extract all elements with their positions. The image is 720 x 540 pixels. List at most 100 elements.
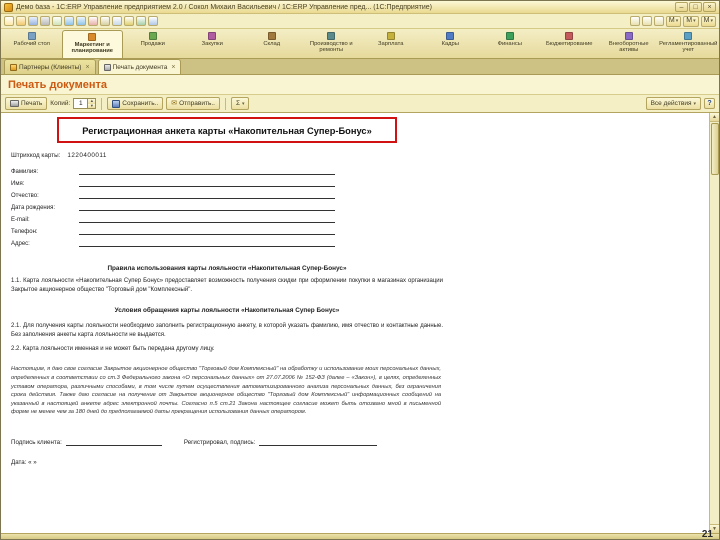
page-title: Печать документа — [8, 78, 108, 91]
toolbar-divider — [224, 97, 226, 110]
section-icon — [208, 32, 217, 40]
window-titlebar: Демо база - 1С:ERP Управление предприяти… — [1, 1, 719, 14]
new-document-icon[interactable] — [4, 16, 14, 26]
section-icon — [267, 32, 276, 40]
main-toolbar: M ▾ M ▾ M ▾ — [1, 14, 719, 29]
undo-icon[interactable] — [64, 16, 74, 26]
copy-icon[interactable] — [100, 16, 110, 26]
scroll-up-icon[interactable]: ▲ — [709, 113, 719, 122]
section-tab-sales[interactable]: Продажи — [123, 30, 183, 58]
print-preview-icon[interactable] — [52, 16, 62, 26]
restore-button[interactable]: □ — [689, 2, 702, 12]
status-bar — [1, 533, 719, 539]
field-label: Фамилия: — [11, 169, 39, 175]
open-icon[interactable] — [16, 16, 26, 26]
section-tab-purchases[interactable]: Закупки — [183, 30, 243, 58]
rule-paragraph: 1.1. Карта лояльности «Накопительная Суп… — [11, 278, 443, 293]
field-line — [79, 216, 335, 223]
barcode-row: Штрихкод карты: 1220400011 — [11, 152, 471, 159]
signature-row: Подпись клиента: Регистрировал, подпись: — [11, 439, 451, 446]
print-preview-document: Регистрационная анкета карты «Накопитель… — [11, 117, 471, 466]
calendar-icon[interactable] — [641, 16, 652, 26]
section-tab-finance[interactable]: Финансы — [480, 30, 540, 58]
main-menu-button[interactable]: M ▾ — [683, 15, 699, 27]
highlight-box: Регистрационная анкета карты «Накопитель… — [57, 117, 397, 143]
list-icon — [10, 63, 17, 71]
printer-icon — [10, 100, 19, 107]
copies-stepper[interactable]: 1 ▲ ▼ — [73, 98, 97, 109]
rules-heading: Правила использования карты лояльности «… — [107, 265, 347, 272]
calculator-icon[interactable] — [136, 16, 146, 26]
cut-icon[interactable] — [88, 16, 98, 26]
save-icon[interactable] — [28, 16, 38, 26]
section-icon — [446, 32, 455, 40]
stepper-arrows: ▲ ▼ — [87, 99, 96, 108]
find-icon[interactable] — [124, 16, 134, 26]
section-icon — [27, 32, 36, 40]
term-paragraph: 2.1. Для получения карты лояльности необ… — [11, 323, 443, 339]
section-tab-fixed-assets[interactable]: Внеоборотные активы — [599, 30, 659, 58]
app-logo-icon — [4, 2, 13, 12]
main-menu-button[interactable]: M ▾ — [665, 15, 682, 27]
section-tab-marketing[interactable]: Маркетинг и планирование — [61, 30, 123, 58]
field-line — [79, 240, 335, 247]
help-button[interactable]: ? — [704, 98, 715, 109]
form-field: Отчество: — [11, 192, 471, 204]
app-window: Демо база - 1С:ERP Управление предприяти… — [0, 0, 720, 540]
close-button[interactable]: × — [703, 2, 716, 12]
stepper-down-icon[interactable]: ▼ — [88, 103, 96, 108]
section-tab-production[interactable]: Производство и ремонты — [302, 30, 362, 58]
form-field: Дата рождения: — [11, 204, 471, 216]
tab-partners[interactable]: Партнеры (Клиенты) × — [4, 59, 96, 74]
close-icon[interactable]: × — [171, 64, 175, 71]
barcode-label: Штрихкод карты: — [11, 152, 61, 159]
section-tab-payroll[interactable]: Зарплата — [361, 30, 421, 58]
paste-icon[interactable] — [112, 16, 122, 26]
send-button[interactable]: ✉ Отправить.. — [166, 97, 220, 110]
section-tab-budgeting[interactable]: Бюджетирование — [540, 30, 600, 58]
toolbar-right-group: M ▾ M ▾ M ▾ — [629, 15, 716, 27]
field-label: Телефон: — [11, 229, 38, 235]
envelope-icon: ✉ — [171, 100, 178, 107]
section-icon — [327, 32, 336, 40]
sum-button[interactable]: Σ ▾ — [230, 97, 250, 110]
page-header: Печать документа — [1, 75, 719, 95]
section-tab-regulated-accounting[interactable]: Регламентированный учет — [659, 30, 719, 58]
all-actions-group: Все действия ▾ ? — [645, 97, 715, 110]
chevron-down-icon: ▾ — [693, 100, 696, 107]
form-field: Фамилия: — [11, 168, 471, 180]
tab-print-document[interactable]: Печать документа × — [97, 59, 182, 74]
date-row: Дата: « » — [11, 458, 37, 466]
window-controls: – □ × — [675, 2, 716, 12]
section-tab-hr[interactable]: Кадры — [421, 30, 481, 58]
save-button[interactable]: Сохранить.. — [107, 97, 164, 110]
form-field: Телефон: — [11, 228, 471, 240]
printer-icon — [103, 63, 111, 71]
open-document-tabs: Партнеры (Клиенты) × Печать документа × — [1, 59, 719, 75]
info-icon[interactable] — [653, 16, 664, 26]
vertical-scrollbar[interactable]: ▲ ▼ — [709, 113, 719, 533]
section-icon — [684, 32, 693, 40]
chevron-down-icon: ▾ — [675, 18, 679, 24]
main-menu-button[interactable]: M ▾ — [700, 15, 716, 27]
chevron-down-icon: ▾ — [241, 100, 245, 107]
calculator-icon[interactable] — [629, 16, 640, 26]
section-tab-warehouse[interactable]: Склад — [242, 30, 302, 58]
field-label: Имя: — [11, 181, 25, 187]
copies-value: 1 — [78, 100, 83, 107]
scrollbar-thumb[interactable] — [710, 123, 719, 175]
calendar-icon[interactable] — [148, 16, 158, 26]
section-icon — [88, 33, 97, 41]
redo-icon[interactable] — [76, 16, 86, 26]
all-actions-button[interactable]: Все действия ▾ — [645, 97, 701, 110]
minimize-button[interactable]: – — [675, 2, 688, 12]
field-label: E-mail: — [11, 217, 30, 223]
close-icon[interactable]: × — [85, 64, 89, 71]
section-tab-desktop[interactable]: Рабочий стол — [2, 30, 62, 58]
field-label: Дата рождения: — [11, 205, 55, 211]
consent-paragraph: Настоящим, я даю свое согласие Закрытое … — [11, 366, 441, 416]
field-line — [79, 168, 335, 175]
print-button[interactable]: Печать — [5, 97, 48, 110]
chevron-down-icon: ▾ — [693, 18, 696, 24]
print-icon[interactable] — [40, 16, 50, 26]
